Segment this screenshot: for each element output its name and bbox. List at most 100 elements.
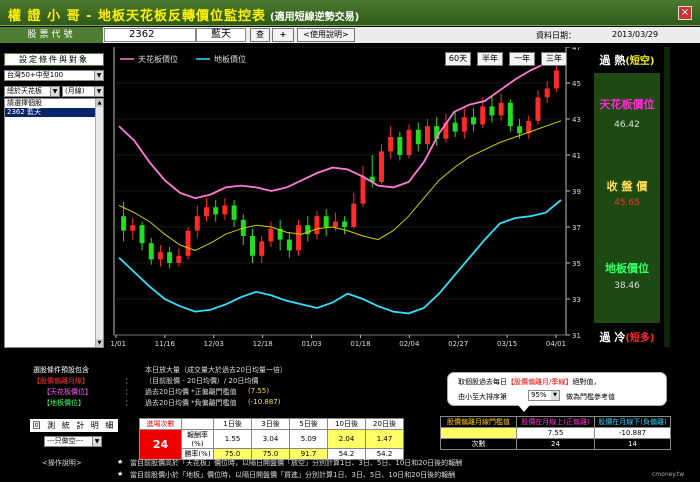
callout-line2b: 做為門檻參考值 [566,393,615,401]
colon: ： [125,377,132,385]
range-3y-button[interactable]: 三年 [541,52,567,66]
y-tick-label: 39 [572,188,581,196]
legend-ceiling-label: 天花板價位 [138,54,178,64]
chart-canvas: 31 33 35 37 39 41 43 45 47 11/01 11/16 12/03 12/18 0… [110,47,581,348]
add-button[interactable]: + [272,28,294,42]
panel-scrollbar[interactable] [664,47,670,347]
range-1y-button[interactable]: 一年 [509,52,535,66]
scroll-up-icon[interactable]: ▲ [96,99,103,107]
condition-floor-formula: 過去20日均價 *負偏離門檻值 [145,399,237,407]
x-tick-label: 04/01 [546,340,566,348]
candle-body [203,207,209,217]
table-row: 7.55 -10.887 [440,427,671,439]
candle-body [323,216,329,227]
x-tick-label: 12/18 [253,340,273,348]
stock-code-label: 股票代號 [0,27,103,43]
callout-tail [518,405,530,412]
candle-body [424,126,430,145]
candle-body [480,106,486,125]
candle-body [332,221,338,227]
x-tick-label: 02/27 [448,340,468,348]
range-60d-button[interactable]: 60天 [445,52,471,66]
list-item[interactable]: 請選擇個股 [5,99,103,108]
table-row: 股價偏離月線門檻值 股價在月線上(正偏離) 股價在月線下(負偏離) [440,416,671,428]
title-bar: 權 證 小 哥 - 地板天花板反轉價位監控表 (適用短線逆勢交易) × [0,0,700,26]
backtest-mode-value: ---只做空--- [47,437,84,445]
candle-body [360,176,366,204]
backtest-mode-select[interactable]: ---只做空--- ▼ [44,436,102,447]
legend-floor-label: 地板價位 [214,54,246,64]
scroll-down-icon[interactable]: ▼ [96,339,103,347]
chevron-down-icon[interactable]: ▼ [551,391,559,400]
x-tick-label: 02/04 [399,340,420,348]
chevron-down-icon[interactable]: ▼ [92,437,101,446]
percentile-select[interactable]: 95% ▼ [528,390,560,401]
chevron-down-icon[interactable]: ▼ [50,87,59,96]
callout-highlight: 【股價偏離月/季線】 [507,378,573,386]
candle-body [148,243,154,260]
table-cell: 2.04 [327,429,366,449]
filter-select-value: 總於天花板 [7,87,42,95]
table-cell: 14 [594,438,671,450]
condition-floor-value: (-10.887) [248,398,281,406]
period-select[interactable]: (月線) ▼ [62,86,104,97]
col-header: 1日後 [213,418,252,430]
range-half-year-button[interactable]: 半年 [477,52,503,66]
candle-body [296,225,302,251]
table-cell: 1.47 [365,429,404,449]
data-date: 2013/03/29 [612,30,659,39]
positive-deviation-header: 股價在月線上(正偏離) [516,416,595,428]
threshold-table: 股價偏離月線門檻值 股價在月線上(正偏離) 股價在月線下(負偏離) 7.55 -… [440,416,671,450]
stock-code-input[interactable]: 2362 [104,28,196,42]
y-tick-label: 35 [572,260,581,268]
overcold-sub: (短多) [625,333,655,344]
candle-body [167,252,173,263]
table-cell: 7.55 [516,427,595,439]
index-select-value: 台灣50+中型100 [7,71,64,79]
table-row: 24 報酬率(%) 1.55 3.04 5.09 2.04 1.47 [139,429,404,460]
index-select[interactable]: 台灣50+中型100 ▼ [4,70,104,81]
candle-body [397,137,403,155]
list-scrollbar[interactable]: ▲ ▼ [95,99,103,347]
overcold-label: 過 冷(短多) [594,329,660,345]
condition-deviation-formula: （目前股價 - 20日均價）/ 20日均價 [145,377,259,385]
price-summary-panel: 過 熱(短空) 天花板價位 46.42 收 盤 價 45.65 地板價位 38.… [594,47,660,347]
query-button[interactable]: 查 [250,28,270,42]
candle-body [121,216,127,231]
operation-short-rule: 當目前股價高於「天花板」價位時，以隔日開盤價「放空」分別計算1日、3日、5日、1… [130,459,463,467]
candle-body [176,255,182,263]
ceiling-price-label: 天花板價位 [599,98,655,111]
negative-deviation-header: 股價在月線下(負偏離) [594,416,671,428]
candle-body [314,216,320,235]
row-label: 報酬率(%) [181,429,214,449]
app-title: 權 證 小 哥 - 地板天花板反轉價位監控表 (適用短線逆勢交易) [8,5,359,24]
close-price-label: 收 盤 價 [606,180,648,193]
col-header: 10日後 [327,418,366,430]
list-item[interactable]: 2362 藍天 [5,108,103,117]
floor-price-value: 38.46 [614,281,640,291]
stock-list[interactable]: 請選擇個股 2362 藍天 ▲ ▼ [4,98,104,348]
close-price-value: 45.65 [614,198,640,208]
help-button[interactable]: <使用說明> [297,28,355,42]
callout-text: 取個股過去每日 [458,378,507,386]
candle-body [157,252,163,260]
candle-body [507,102,513,127]
operation-label: <操作說明> [42,459,82,467]
candle-body [222,205,228,215]
period-select-value: (月線) [65,87,85,95]
candle-body [259,241,265,256]
candle-body [185,230,191,256]
bottom-panel: 選股條件預設包含 本日放大量（成交量大於過去20日均量一倍） 【股價偏離月線】 … [0,357,700,482]
chevron-down-icon[interactable]: ▼ [94,87,103,96]
y-tick-label: 41 [572,152,581,160]
callout-text: 由小至大排序第 [458,393,507,401]
filter-select[interactable]: 總於天花板 ▼ [4,86,60,97]
x-tick-label: 01/03 [301,340,321,348]
threshold-callout: 取個股過去每日【股價偏離月/季線】絕對值， 由小至大排序第 95% ▼ 做為門檻參… [447,372,667,412]
callout-line1: 取個股過去每日【股價偏離月/季線】絕對值， [458,377,600,387]
close-icon[interactable]: × [678,6,692,20]
table-row: 進場次數 1日後 3日後 5日後 10日後 20日後 [139,418,404,430]
overheat-sub: (短空) [625,56,655,67]
callout-line2: 由小至大排序第 [458,392,507,402]
chevron-down-icon[interactable]: ▼ [94,71,103,80]
